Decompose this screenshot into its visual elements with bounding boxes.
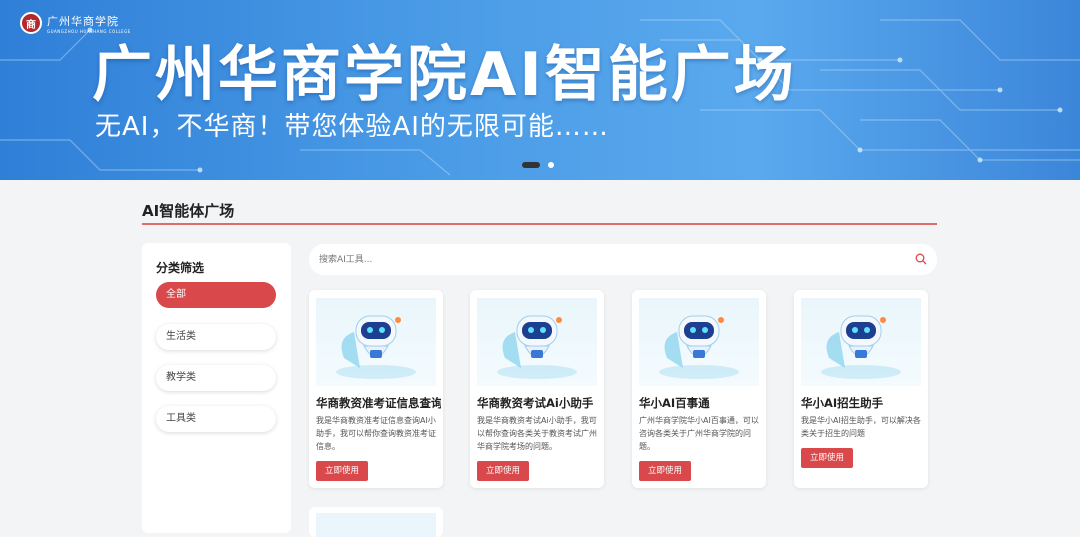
category-filter-panel: 分类筛选 全部 生活类 教学类 工具类 <box>142 243 291 533</box>
filter-item-tools[interactable]: 工具类 <box>156 406 276 432</box>
use-now-button[interactable]: 立即使用 <box>801 448 853 468</box>
filter-item-all[interactable]: 全部 <box>156 282 276 308</box>
use-now-button[interactable]: 立即使用 <box>639 461 691 481</box>
card-title: 华小AI招生助手 <box>801 396 884 410</box>
card-title: 华商教资准考证信息查询 <box>316 396 441 410</box>
card-description: 我是华商教资准考证信息查询AI小助手，我可以帮你查询教资准考证信息。 <box>316 416 436 451</box>
robot-illustration <box>639 298 759 386</box>
college-seal-icon: 商 <box>20 12 42 34</box>
card-image-partial <box>316 513 436 537</box>
use-now-button[interactable]: 立即使用 <box>316 461 368 481</box>
card-description: 广州华商学院华小AI百事通，可以咨询各类关于广州华商学院的问题。 <box>639 416 759 451</box>
robot-illustration <box>801 298 921 386</box>
carousel-dot-active[interactable] <box>522 162 540 168</box>
robot-illustration <box>316 298 436 386</box>
filter-item-teaching[interactable]: 教学类 <box>156 365 276 391</box>
card-description: 我是华商教资考试Ai小助手，我可以帮你查询各类关于教资考试广州华商学院考场的问题… <box>477 416 597 451</box>
agent-card[interactable]: 华商教资准考证信息查询 我是华商教资准考证信息查询AI小助手，我可以帮你查询教资… <box>309 290 443 488</box>
banner-title: 广州华商学院AI智能广场 <box>92 40 797 110</box>
carousel-dot[interactable] <box>548 162 554 168</box>
carousel-indicators <box>522 162 554 168</box>
section-title: AI智能体广场 <box>142 202 235 220</box>
agent-card[interactable]: 华小AI百事通 广州华商学院华小AI百事通，可以咨询各类关于广州华商学院的问题。… <box>632 290 766 488</box>
card-title: 华小AI百事通 <box>639 396 710 410</box>
use-now-button[interactable]: 立即使用 <box>477 461 529 481</box>
section-divider <box>142 223 937 225</box>
agent-card-partial[interactable] <box>309 507 443 537</box>
filter-title: 分类筛选 <box>156 261 205 275</box>
search-bar <box>309 244 937 275</box>
search-input[interactable] <box>319 252 899 268</box>
agent-card[interactable]: 华商教资考试Ai小助手 我是华商教资考试Ai小助手，我可以帮你查询各类关于教资考… <box>470 290 604 488</box>
card-title: 华商教资考试Ai小助手 <box>477 396 594 410</box>
filter-item-life[interactable]: 生活类 <box>156 324 276 350</box>
card-description: 我是华小AI招生助手，可以解决各类关于招生的问题 <box>801 416 921 438</box>
hero-banner: 商 广州华商学院 GUANGZHOU HUASHANG COLLEGE 广州华商… <box>0 0 1080 180</box>
agent-card[interactable]: 华小AI招生助手 我是华小AI招生助手，可以解决各类关于招生的问题 立即使用 <box>794 290 928 488</box>
search-icon[interactable] <box>915 253 927 265</box>
robot-illustration <box>477 298 597 386</box>
banner-subtitle: 无AI，不华商！带您体验AI的无限可能…… <box>95 112 609 142</box>
